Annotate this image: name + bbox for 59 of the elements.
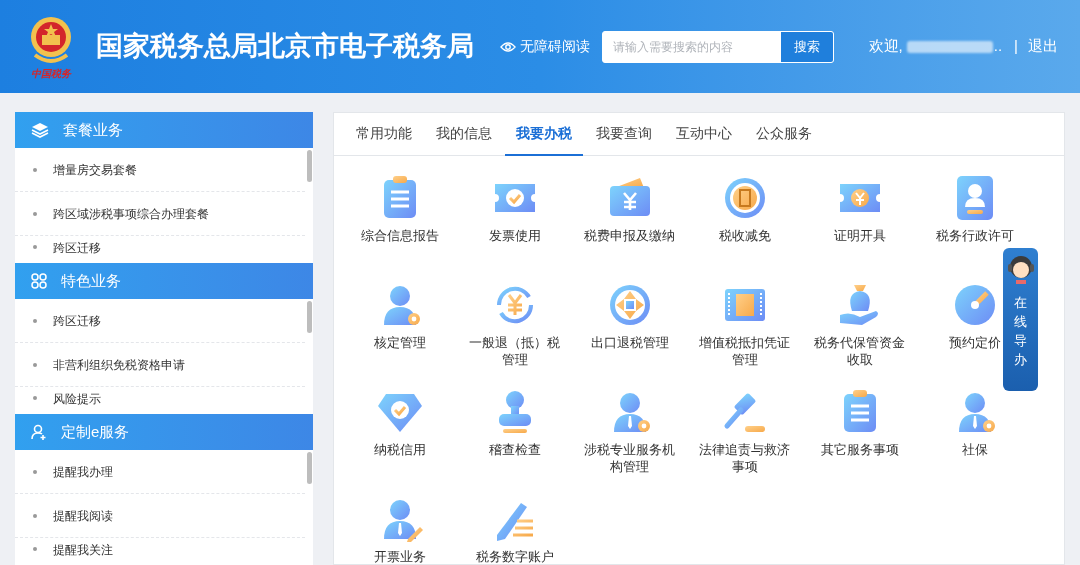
bullet-icon: [33, 211, 37, 216]
bullet-icon: [33, 513, 37, 518]
sidebar-item[interactable]: 跨区域涉税事项综合办理套餐: [15, 192, 305, 236]
function-item[interactable]: 发票使用: [488, 174, 541, 269]
tab[interactable]: 常用功能: [345, 113, 423, 156]
online-guide-button[interactable]: 在线导办: [1003, 248, 1038, 391]
username-suffix: ..: [993, 36, 1003, 57]
function-item[interactable]: 证明开具: [833, 174, 886, 269]
bullet-icon: [33, 396, 37, 400]
tab[interactable]: 我的信息: [425, 113, 503, 156]
tab[interactable]: 公众服务: [745, 113, 823, 156]
layers-icon: [31, 122, 49, 138]
tab[interactable]: 我要办税: [505, 113, 583, 156]
function-item[interactable]: 预约定价: [948, 281, 1001, 376]
scrollbar-thumb[interactable]: [307, 301, 312, 333]
welcome-text: 欢迎,: [868, 36, 903, 57]
function-item[interactable]: 其它服务事项: [820, 388, 899, 483]
bullet-icon: [33, 547, 37, 551]
separator: |: [1014, 36, 1018, 57]
function-item[interactable]: 综合信息报告: [360, 174, 439, 269]
function-item[interactable]: 开票业务: [373, 495, 426, 565]
sidebar-item[interactable]: 提醒我办理: [15, 450, 305, 494]
site-title: 国家税务总局北京市电子税务局: [96, 30, 474, 64]
search-field[interactable]: 请输入需要搜索的内容 搜索: [602, 30, 834, 63]
function-item[interactable]: 法律追责与救济事项: [698, 388, 791, 483]
user-add-icon: [31, 424, 47, 440]
search-button[interactable]: 搜索: [781, 31, 833, 62]
sidebar-item[interactable]: 增量房交易套餐: [15, 148, 305, 192]
tab[interactable]: 我要查询: [585, 113, 663, 156]
bullet-icon: [33, 362, 37, 367]
eye-icon: [500, 40, 516, 53]
function-item[interactable]: 税务代保管资金收取: [813, 281, 906, 376]
scrollbar-thumb[interactable]: [307, 452, 312, 484]
online-guide-label: 在线导办: [1014, 294, 1027, 369]
four-circles-icon: [31, 273, 47, 289]
bullet-icon: [33, 167, 37, 172]
scrollbar-thumb[interactable]: [307, 150, 312, 182]
sidebar-item[interactable]: 提醒我阅读: [15, 494, 305, 538]
function-item[interactable]: 出口退税管理: [590, 281, 669, 376]
bullet-icon: [33, 318, 37, 323]
function-item[interactable]: 税收减免: [718, 174, 771, 269]
sidebar-item[interactable]: 非营利组织免税资格申请: [15, 343, 305, 387]
function-item[interactable]: 涉税专业服务机构管理: [583, 388, 676, 483]
function-item[interactable]: 税费申报及缴纳: [584, 174, 675, 269]
function-item[interactable]: 纳税信用: [373, 388, 426, 483]
sidebar-item[interactable]: 提醒我关注: [15, 538, 305, 565]
sidebar-item[interactable]: 跨区迁移: [15, 236, 305, 263]
function-item[interactable]: 税务数字账户: [475, 495, 554, 565]
bullet-icon: [33, 469, 37, 474]
bullet-icon: [33, 245, 37, 249]
function-item[interactable]: 一般退（抵）税管理: [468, 281, 561, 376]
sidebar-item[interactable]: 风险提示: [15, 387, 305, 414]
logo-caption: 中国税务: [31, 68, 71, 79]
function-item[interactable]: 稽查检查: [488, 388, 541, 483]
tab[interactable]: 互动中心: [665, 113, 743, 156]
sidebar-item[interactable]: 跨区迁移: [15, 299, 305, 343]
function-item[interactable]: 社保: [950, 388, 999, 483]
function-item[interactable]: 增值税抵扣凭证管理: [698, 281, 791, 376]
function-item[interactable]: 核定管理: [373, 281, 426, 376]
